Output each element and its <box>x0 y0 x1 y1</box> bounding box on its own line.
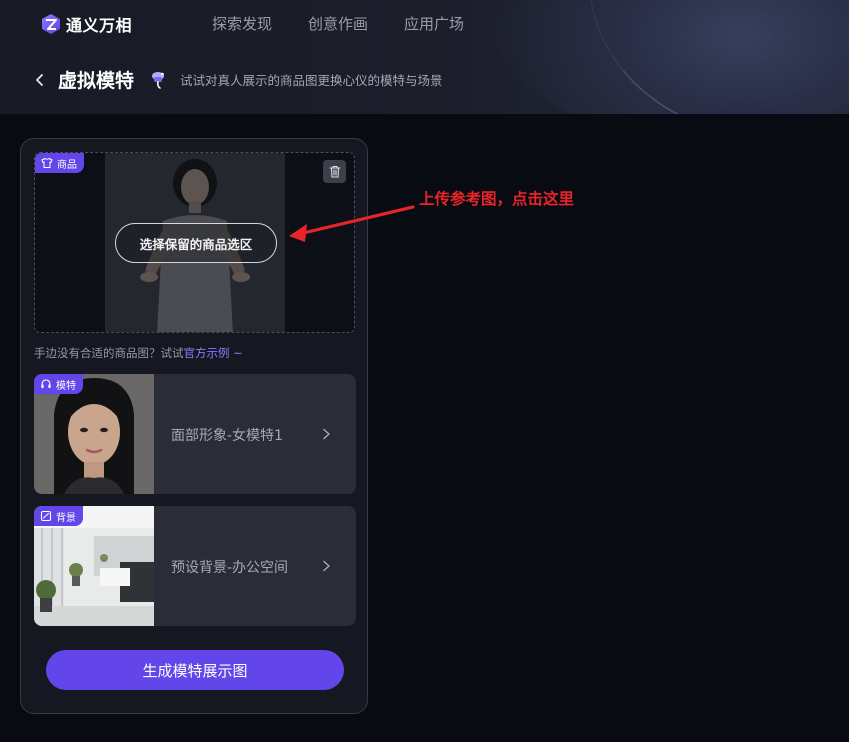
product-tag: 商品 <box>35 153 84 173</box>
shirt-icon <box>41 158 53 168</box>
nav-item-explore[interactable]: 探索发现 <box>212 13 272 34</box>
chevron-right-icon <box>323 560 330 572</box>
model-select-card[interactable]: 模特 面部形象-女模特1 <box>34 374 356 494</box>
main-nav: 探索发现 创意作画 应用广场 <box>212 13 500 34</box>
generate-model-image-button[interactable]: 生成模特展示图 <box>46 650 344 690</box>
page-title: 虚拟模特 <box>58 70 135 92</box>
background-select-card[interactable]: 背景 预设背景-办公空间 <box>34 506 356 626</box>
logo[interactable]: 通义万相 <box>40 12 132 36</box>
chevron-right-icon <box>323 428 330 440</box>
sample-hint: 手边没有合适的商品图？试试官方示例 ~ <box>34 345 243 361</box>
model-tag-label: 模特 <box>56 380 76 392</box>
delete-button[interactable] <box>323 160 346 183</box>
headset-icon <box>41 379 51 388</box>
product-tag-label: 商品 <box>57 159 77 171</box>
nav-item-app-square[interactable]: 应用广场 <box>404 13 464 34</box>
model-tag: 模特 <box>34 374 83 394</box>
hint-text: 手边没有合适的商品图？试试 <box>34 346 184 360</box>
official-sample-link[interactable]: 官方示例 ~ <box>184 346 243 360</box>
annotation-text: 上传参考图，点击这里 <box>419 190 575 208</box>
page-subtitle: 试试对真人展示的商品图更换心仪的模特与场景 <box>180 73 443 88</box>
select-product-region-button[interactable]: 选择保留的商品选区 <box>115 223 277 263</box>
back-arrow-icon[interactable] <box>34 73 46 87</box>
trash-icon <box>328 165 341 178</box>
magic-hat-icon <box>152 71 165 89</box>
background-tag-label: 背景 <box>56 512 76 524</box>
logo-text: 通义万相 <box>66 16 133 35</box>
image-frame-icon <box>40 510 52 522</box>
logo-icon <box>42 14 60 34</box>
top-header: 通义万相 探索发现 创意作画 应用广场 虚拟模特 试试对真人展示的商品图更换心仪… <box>0 0 849 114</box>
page-title-row: 虚拟模特 试试对真人展示的商品图更换心仪的模特与场景 <box>34 66 443 93</box>
annotation-arrow <box>289 205 415 242</box>
nav-item-creative-drawing[interactable]: 创意作画 <box>308 13 368 34</box>
model-card-label: 面部形象-女模特1 <box>171 428 283 444</box>
background-tag: 背景 <box>34 506 83 526</box>
background-card-label: 预设背景-办公空间 <box>171 560 289 576</box>
